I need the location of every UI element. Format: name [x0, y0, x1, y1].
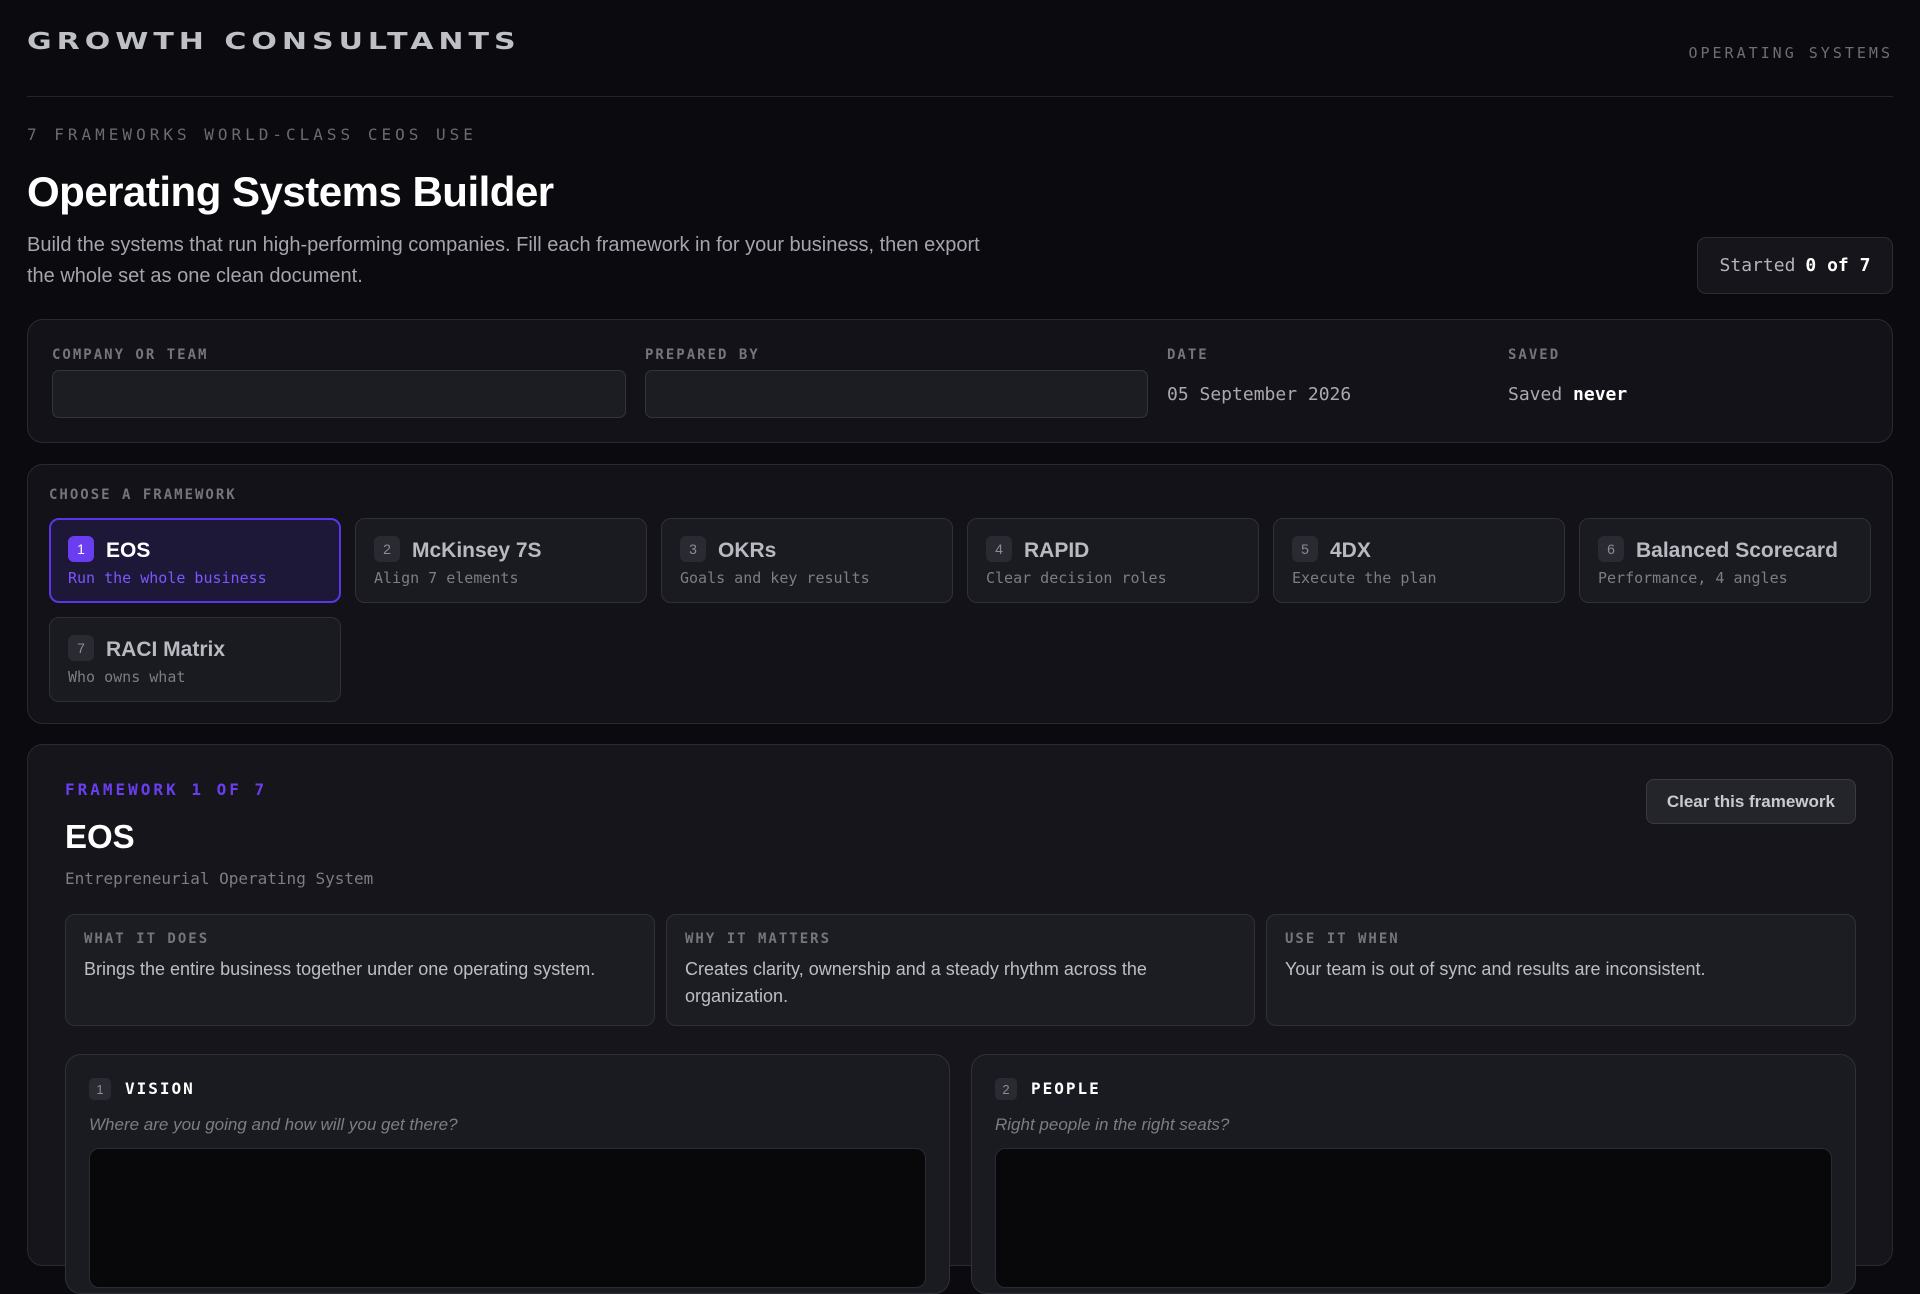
progress-count: 0 of 7: [1805, 255, 1871, 276]
framework-name: McKinsey 7S: [412, 539, 542, 562]
framework-card-balanced-scorecard[interactable]: 6 Balanced Scorecard Performance, 4 angl…: [1579, 518, 1871, 603]
framework-desc: Clear decision roles: [986, 569, 1167, 587]
component-block-people: 2 PEOPLE Right people in the right seats…: [971, 1054, 1856, 1294]
saved-label: SAVED: [1508, 347, 1561, 363]
vision-textarea[interactable]: [89, 1148, 926, 1288]
info-label: WHY IT MATTERS: [685, 931, 832, 947]
chooser-label: CHOOSE A FRAMEWORK: [49, 487, 237, 503]
framework-title: EOS: [65, 818, 135, 855]
framework-desc: Execute the plan: [1292, 569, 1437, 587]
app-root: GROWTH CONSULTANTS OPERATING SYSTEMS 7 F…: [27, 0, 1893, 1294]
top-header: GROWTH CONSULTANTS OPERATING SYSTEMS: [27, 0, 1893, 97]
framework-card-raci-matrix[interactable]: 7 RACI Matrix Who owns what: [49, 617, 341, 702]
clear-framework-button[interactable]: Clear this framework: [1645, 779, 1856, 824]
framework-name: Balanced Scorecard: [1636, 539, 1838, 562]
framework-chooser: CHOOSE A FRAMEWORK 1 EOS Run the whole b…: [27, 464, 1893, 724]
info-card-use-it-when: USE IT WHEN Your team is out of sync and…: [1266, 914, 1856, 1026]
framework-number: 4: [986, 536, 1012, 562]
saved-status: Saved never: [1508, 384, 1627, 405]
component-block-vision: 1 VISION Where are you going and how wil…: [65, 1054, 950, 1294]
framework-card-rapid[interactable]: 4 RAPID Clear decision roles: [967, 518, 1259, 603]
framework-number: 5: [1292, 536, 1318, 562]
info-label: USE IT WHEN: [1285, 931, 1400, 947]
framework-subtitle: Entrepreneurial Operating System: [65, 869, 374, 888]
brand-logo[interactable]: GROWTH CONSULTANTS: [27, 28, 521, 55]
block-title: VISION: [125, 1079, 195, 1098]
framework-card-4dx[interactable]: 5 4DX Execute the plan: [1273, 518, 1565, 603]
framework-number: 7: [68, 635, 94, 661]
info-card-what-it-does: WHAT IT DOES Brings the entire business …: [65, 914, 655, 1026]
info-text: Brings the entire business together unde…: [84, 959, 596, 979]
info-text: Your team is out of sync and results are…: [1285, 959, 1706, 979]
framework-desc: Performance, 4 angles: [1598, 569, 1788, 587]
date-value: 05 September 2026: [1167, 384, 1352, 405]
block-prompt: Where are you going and how will you get…: [89, 1115, 458, 1134]
block-prompt: Right people in the right seats?: [995, 1115, 1230, 1134]
framework-card-eos[interactable]: 1 EOS Run the whole business: [49, 518, 341, 603]
progress-label: Started: [1719, 255, 1796, 276]
page-title: Operating Systems Builder: [27, 168, 554, 215]
prepared-by-label: PREPARED BY: [645, 347, 760, 363]
framework-name: OKRs: [718, 539, 777, 562]
info-card-why-it-matters: WHY IT MATTERS Creates clarity, ownershi…: [666, 914, 1255, 1026]
framework-desc: Align 7 elements: [374, 569, 519, 587]
saved-prefix: Saved: [1508, 384, 1563, 405]
block-title: PEOPLE: [1031, 1079, 1101, 1098]
framework-desc: Run the whole business: [68, 569, 267, 587]
framework-name: RAPID: [1024, 539, 1090, 562]
framework-desc: Who owns what: [68, 668, 186, 686]
framework-desc: Goals and key results: [680, 569, 870, 587]
nav-operating-systems[interactable]: OPERATING SYSTEMS: [1688, 44, 1893, 62]
framework-number: 6: [1598, 536, 1624, 562]
framework-card-okrs[interactable]: 3 OKRs Goals and key results: [661, 518, 953, 603]
info-label: WHAT IT DOES: [84, 931, 210, 947]
framework-name: EOS: [106, 539, 151, 562]
page-intro: Build the systems that run high-performi…: [27, 234, 980, 287]
company-label: COMPANY OR TEAM: [52, 347, 209, 363]
company-input[interactable]: [52, 370, 626, 418]
block-number: 1: [89, 1078, 111, 1100]
progress-badge: Started 0 of 7: [1697, 237, 1893, 294]
page-eyebrow: 7 FRAMEWORKS WORLD-CLASS CEOS USE: [27, 125, 477, 144]
framework-detail: FRAMEWORK 1 OF 7 EOS Entrepreneurial Ope…: [27, 744, 1893, 1294]
framework-kicker: FRAMEWORK 1 OF 7: [65, 780, 268, 799]
saved-value: never: [1573, 384, 1628, 405]
prepared-by-input[interactable]: [645, 370, 1148, 418]
framework-card-mckinsey-7s[interactable]: 2 McKinsey 7S Align 7 elements: [355, 518, 647, 603]
framework-number: 3: [680, 536, 706, 562]
block-number: 2: [995, 1078, 1017, 1100]
framework-name: RACI Matrix: [106, 638, 226, 661]
framework-number: 2: [374, 536, 400, 562]
document-meta-panel: COMPANY OR TEAM PREPARED BY DATE 05 Sept…: [27, 319, 1893, 443]
date-label: DATE: [1167, 347, 1209, 363]
info-text: Creates clarity, ownership and a steady …: [685, 959, 1147, 1006]
people-textarea[interactable]: [995, 1148, 1832, 1288]
framework-number: 1: [68, 536, 94, 562]
framework-name: 4DX: [1330, 539, 1371, 562]
